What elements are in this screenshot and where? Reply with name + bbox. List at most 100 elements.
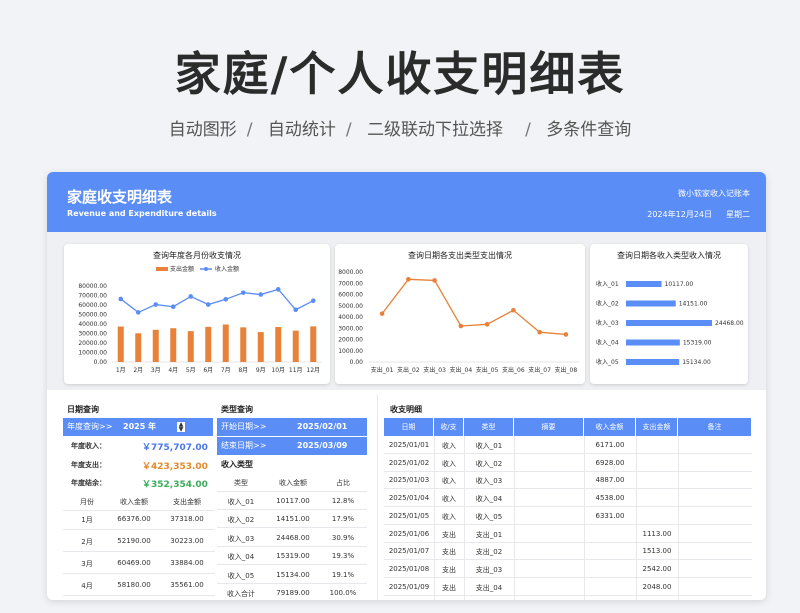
feature-4: 多条件查询 <box>546 120 632 140</box>
end-date-selector[interactable]: 结束日期>> 2025/03/09 <box>217 437 367 455</box>
x-tick-label: 支出_04 <box>450 366 473 374</box>
column-divider <box>636 436 637 600</box>
expense-bar <box>187 331 194 362</box>
x-tick-label: 1月 <box>116 367 126 374</box>
expense-bar <box>152 329 159 362</box>
table-cell: 2025/01/04 <box>388 494 430 503</box>
banner-subtitle: Revenue and Expenditure details <box>67 209 217 218</box>
table-cell: 2025/01/06 <box>388 529 430 538</box>
table-cell: 100.0% <box>329 589 357 597</box>
table-cell: 12.8% <box>331 497 355 505</box>
y-category-label: 收入_02 <box>596 300 619 308</box>
column-header: 支出金额 <box>173 498 201 506</box>
row-divider <box>217 527 367 529</box>
table-cell: 30.9% <box>331 533 355 542</box>
year-spinner-icon[interactable]: ▲ ▼ <box>177 422 185 433</box>
income-type-bar <box>626 339 680 346</box>
table-cell: 4538.00 <box>595 494 625 503</box>
row-divider <box>384 541 752 543</box>
expense-label: 年度支出： <box>71 461 106 469</box>
row-divider <box>384 559 752 561</box>
expense-type-point <box>432 278 437 283</box>
expense-type-chart: 8000.00 7000.00 6000.00 5000.00 4000.00 3000.… <box>338 269 579 374</box>
income-point <box>170 304 176 310</box>
row-divider <box>217 545 367 547</box>
expense-bar <box>205 326 212 362</box>
x-tick-label: 支出_08 <box>555 366 578 374</box>
x-tick-label: 2月 <box>133 367 143 374</box>
y-tick-label: 40000.00 <box>78 321 107 328</box>
detail-title: 收支明细 <box>390 405 422 414</box>
year-label: 年度查询>> <box>67 422 113 431</box>
y-tick-label: 6000.00 <box>338 292 363 299</box>
expense-bar <box>170 328 177 362</box>
row-divider <box>217 491 367 492</box>
monthly-chart-card: 查询年度各月份收支情况 支出金额 收入金额 80000.00 70000.00 6000… <box>64 244 330 384</box>
y-tick-label: 3000.00 <box>338 325 363 332</box>
income-type-bar <box>626 300 676 307</box>
table-cell: 6331.00 <box>595 511 625 520</box>
brand-label: 微小软家收入记账本 <box>678 189 750 198</box>
y-tick-label: 30000.00 <box>78 331 107 338</box>
year-selector[interactable]: 年度查询>> 2025 年 ▲ ▼ <box>63 418 213 436</box>
banner-weekday: 星期二 <box>726 210 750 219</box>
x-tick-label: 10月 <box>271 367 285 374</box>
table-cell: 1月 <box>81 516 93 524</box>
end-date-value: 2025/03/09 <box>297 441 348 450</box>
column-header: 收入金额 <box>120 498 148 506</box>
year-balance: ￥352,354.00 <box>142 480 208 490</box>
type-query-title: 类型查询 <box>221 405 253 414</box>
x-tick-label: 支出_05 <box>476 366 499 374</box>
table-cell: 收入 <box>442 495 456 504</box>
x-tick-label: 4月 <box>168 367 178 374</box>
income-point <box>258 292 264 297</box>
income-type-bar <box>626 320 712 326</box>
income-point <box>188 294 194 299</box>
legend-expense: 支出金额 <box>170 265 194 273</box>
income-point <box>275 287 281 292</box>
expense-bar <box>222 324 229 362</box>
table-cell: 支出 <box>442 530 456 539</box>
expense-type-point <box>563 332 569 337</box>
table-cell: 3月 <box>81 560 93 568</box>
legend-marker-income <box>204 267 208 271</box>
column-header: 类型 <box>234 479 248 487</box>
table-cell: 19.3% <box>331 552 355 561</box>
income-label: 年度收入： <box>71 442 106 450</box>
table-cell: 支出_01 <box>475 530 503 539</box>
x-tick-label: 支出_07 <box>528 366 551 374</box>
start-date-selector[interactable]: 开始日期>> 2025/02/01 <box>217 418 367 436</box>
income-type-title: 收入类型 <box>221 460 253 469</box>
legend-swatch-expense <box>156 267 168 271</box>
x-tick-label: 8月 <box>238 367 248 374</box>
row-divider <box>63 510 215 511</box>
end-date-label: 结束日期>> <box>221 441 267 450</box>
x-tick-label: 11月 <box>289 367 303 374</box>
table-cell: 收入_04 <box>475 495 503 504</box>
column-divider <box>464 436 465 600</box>
bar-value-label: 15319.00 <box>683 340 712 347</box>
expense-type-chart-card: 查询日期各支出类型支出情况 8000.00 7000.00 6000.00 5000.… <box>335 244 585 384</box>
row-divider <box>384 523 752 525</box>
table-cell: 收入_02 <box>227 516 255 525</box>
table-cell: 收入_05 <box>227 571 255 580</box>
expense-type-point <box>537 329 542 335</box>
row-divider <box>384 506 752 508</box>
start-date-value: 2025/02/01 <box>297 422 348 431</box>
income-point <box>223 297 229 302</box>
y-tick-label: 0.00 <box>94 359 108 366</box>
table-cell: 1113.00 <box>642 529 672 538</box>
y-tick-label: 5000.00 <box>338 303 363 310</box>
bar-value-label: 10117.00 <box>665 281 694 288</box>
expense-bar <box>310 326 317 362</box>
table-cell: 6171.00 <box>595 441 625 449</box>
table-cell: 4月 <box>81 582 93 590</box>
income-point <box>135 310 141 315</box>
table-cell: 收入 <box>442 477 456 486</box>
income-type-bar <box>626 281 662 287</box>
table-cell: 17.9% <box>331 515 355 524</box>
table-cell: 1513.00 <box>642 547 672 556</box>
column-divider <box>678 436 679 600</box>
table-cell: 收入_03 <box>475 477 503 486</box>
year-income: ￥775,707.00 <box>142 443 208 453</box>
